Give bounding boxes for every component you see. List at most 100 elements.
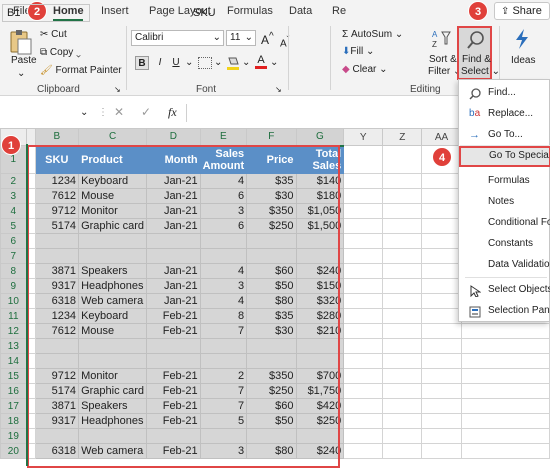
bold-button[interactable]: B xyxy=(135,56,149,70)
row-header[interactable]: 14 xyxy=(0,353,27,369)
sort-filter-button[interactable]: Sort & xyxy=(429,54,457,66)
cell[interactable] xyxy=(382,368,423,384)
fill-button[interactable]: ⬇Fill ⌄ xyxy=(342,46,374,58)
enter-check-icon[interactable]: ✓ xyxy=(141,106,151,118)
cell[interactable] xyxy=(343,233,384,249)
column-header-e[interactable]: E xyxy=(199,128,248,147)
column-header-g[interactable]: G xyxy=(295,128,345,147)
formula-input[interactable]: SKU xyxy=(189,4,469,22)
cell[interactable] xyxy=(343,413,384,429)
row-header[interactable]: 2 xyxy=(0,173,27,189)
cell[interactable] xyxy=(460,443,550,459)
insert-function-button[interactable]: fx xyxy=(168,106,177,118)
cell[interactable] xyxy=(343,278,384,294)
menu-item-data-validation[interactable]: Data Validation xyxy=(459,254,550,275)
cell[interactable] xyxy=(421,323,462,339)
cell[interactable] xyxy=(421,398,462,414)
column-header-c[interactable]: C xyxy=(78,128,148,147)
font-size-select[interactable]: 11 ⌄ xyxy=(226,30,256,46)
cell[interactable] xyxy=(421,308,462,324)
cell[interactable] xyxy=(343,218,384,234)
cell[interactable] xyxy=(382,383,423,399)
cell[interactable] xyxy=(382,203,423,219)
cell[interactable] xyxy=(343,353,384,369)
cell[interactable] xyxy=(382,278,423,294)
cell[interactable] xyxy=(343,173,384,189)
italic-button[interactable]: I xyxy=(153,56,167,70)
cell[interactable] xyxy=(421,173,462,189)
row-header[interactable]: 7 xyxy=(0,248,27,264)
row-header[interactable]: 15 xyxy=(0,368,27,384)
clear-button[interactable]: ◆ Clear ⌄ xyxy=(342,64,388,76)
menu-item-conditional-formatting[interactable]: Conditional Formatting xyxy=(459,212,550,233)
row-header[interactable]: 13 xyxy=(0,338,27,354)
cell[interactable] xyxy=(421,248,462,264)
cell[interactable] xyxy=(382,338,423,354)
row-header[interactable]: 10 xyxy=(0,293,27,309)
borders-icon[interactable] xyxy=(198,57,212,69)
copy-button[interactable]: ⧉ Copy ⌄ xyxy=(40,47,81,59)
cell[interactable] xyxy=(460,413,550,429)
paste-button[interactable]: Paste xyxy=(11,55,37,67)
borders-dropdown-icon[interactable]: ⌄ xyxy=(214,57,222,69)
format-painter-button[interactable]: 🖌 Format Painter xyxy=(40,65,122,77)
cell[interactable] xyxy=(421,428,462,444)
cell[interactable] xyxy=(421,218,462,234)
cell[interactable] xyxy=(343,368,384,384)
cell[interactable] xyxy=(382,428,423,444)
cell[interactable] xyxy=(421,368,462,384)
column-header-d[interactable]: D xyxy=(146,128,201,147)
fill-color-dropdown-icon[interactable]: ⌄ xyxy=(242,57,250,69)
cell[interactable] xyxy=(343,203,384,219)
menu-item-selection-pane[interactable]: Selection Pane... xyxy=(459,300,550,321)
menu-item-replace[interactable]: ba Replace... xyxy=(459,103,550,124)
row-header[interactable]: 4 xyxy=(0,203,27,219)
column-header-z[interactable]: Z xyxy=(382,128,423,146)
cancel-icon[interactable]: ✕ xyxy=(114,106,124,118)
cell[interactable] xyxy=(382,293,423,309)
cell[interactable] xyxy=(421,203,462,219)
cell[interactable] xyxy=(343,443,384,459)
paste-dropdown-icon[interactable]: ⌄ xyxy=(17,68,25,80)
column-header-aa[interactable]: AA xyxy=(421,128,462,146)
cell[interactable] xyxy=(343,145,384,174)
cell[interactable] xyxy=(421,353,462,369)
row-header[interactable]: 3 xyxy=(0,188,27,204)
menu-item-notes[interactable]: Notes xyxy=(459,191,550,212)
share-button[interactable]: ⇪ Share xyxy=(494,2,550,20)
name-box[interactable]: B1 xyxy=(2,4,90,22)
cell[interactable] xyxy=(382,443,423,459)
cell[interactable] xyxy=(382,308,423,324)
row-header[interactable]: 16 xyxy=(0,383,27,399)
underline-button[interactable]: U xyxy=(169,56,183,70)
cell[interactable] xyxy=(382,233,423,249)
cell[interactable] xyxy=(382,188,423,204)
name-box-dropdown-icon[interactable]: ⌄ xyxy=(80,107,88,119)
cell[interactable] xyxy=(382,248,423,264)
autosum-button[interactable]: Σ AutoSum ⌄ xyxy=(342,29,403,41)
cell[interactable] xyxy=(343,338,384,354)
cell[interactable] xyxy=(421,263,462,279)
row-header[interactable]: 6 xyxy=(0,233,27,249)
row-header[interactable]: 18 xyxy=(0,413,27,429)
find-select-button[interactable]: Find & Select ⌄ xyxy=(457,26,500,80)
menu-item-select-objects[interactable]: Select Objects xyxy=(459,279,550,300)
row-header[interactable]: 17 xyxy=(0,398,27,414)
cell[interactable] xyxy=(343,308,384,324)
cell[interactable] xyxy=(421,293,462,309)
cell[interactable] xyxy=(343,428,384,444)
column-header-b[interactable]: B xyxy=(34,128,80,147)
cell[interactable] xyxy=(460,368,550,384)
cell[interactable] xyxy=(460,398,550,414)
cell[interactable] xyxy=(421,278,462,294)
cell[interactable] xyxy=(343,188,384,204)
font-launcher-icon[interactable]: ↘ xyxy=(275,84,282,96)
tab-insert[interactable]: Insert xyxy=(101,3,129,20)
font-name-select[interactable]: Calibri ⌄ xyxy=(131,30,224,46)
cell[interactable] xyxy=(343,293,384,309)
cell[interactable] xyxy=(382,353,423,369)
menu-item-formulas[interactable]: Formulas xyxy=(459,170,550,191)
cell[interactable] xyxy=(382,398,423,414)
cell[interactable] xyxy=(382,218,423,234)
cell[interactable] xyxy=(382,323,423,339)
